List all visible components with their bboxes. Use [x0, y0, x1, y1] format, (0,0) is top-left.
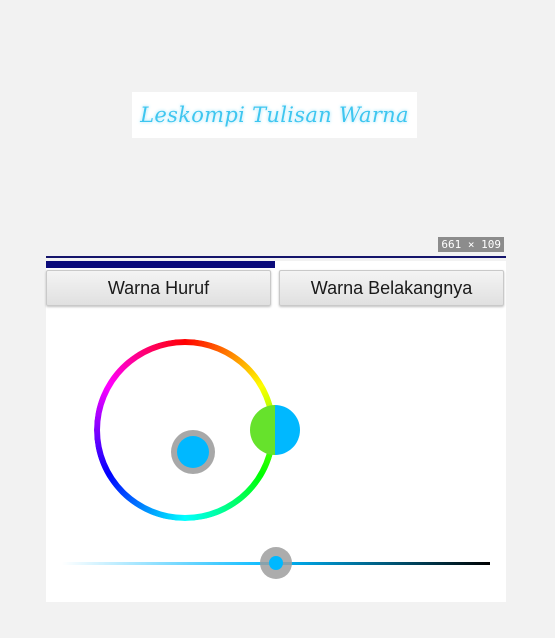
color-selector-handle[interactable]: [171, 430, 215, 474]
old-color-swatch: [250, 405, 275, 455]
image-size-badge: 661 × 109: [438, 237, 504, 252]
tab-text-color-label: Warna Huruf: [107, 277, 210, 298]
color-picker-panel: Warna Huruf Warna Belakangnya: [46, 261, 506, 602]
divider-line: [46, 256, 506, 258]
color-wheel-area: [94, 339, 300, 521]
color-swatch: [250, 405, 300, 455]
new-color-swatch: [275, 405, 300, 455]
text-preview: Leskompi Tulisan Warna: [132, 92, 417, 138]
tab-selected-indicator: [46, 261, 275, 268]
brightness-slider[interactable]: [46, 541, 506, 587]
preview-text: Leskompi Tulisan Warna: [140, 103, 409, 127]
tab-background-color[interactable]: Warna Belakangnya: [279, 270, 504, 306]
color-wheel[interactable]: [94, 339, 276, 521]
slider-thumb[interactable]: [260, 547, 292, 579]
tab-background-color-label: Warna Belakangnya: [310, 277, 473, 298]
tab-text-color[interactable]: Warna Huruf: [46, 270, 271, 306]
